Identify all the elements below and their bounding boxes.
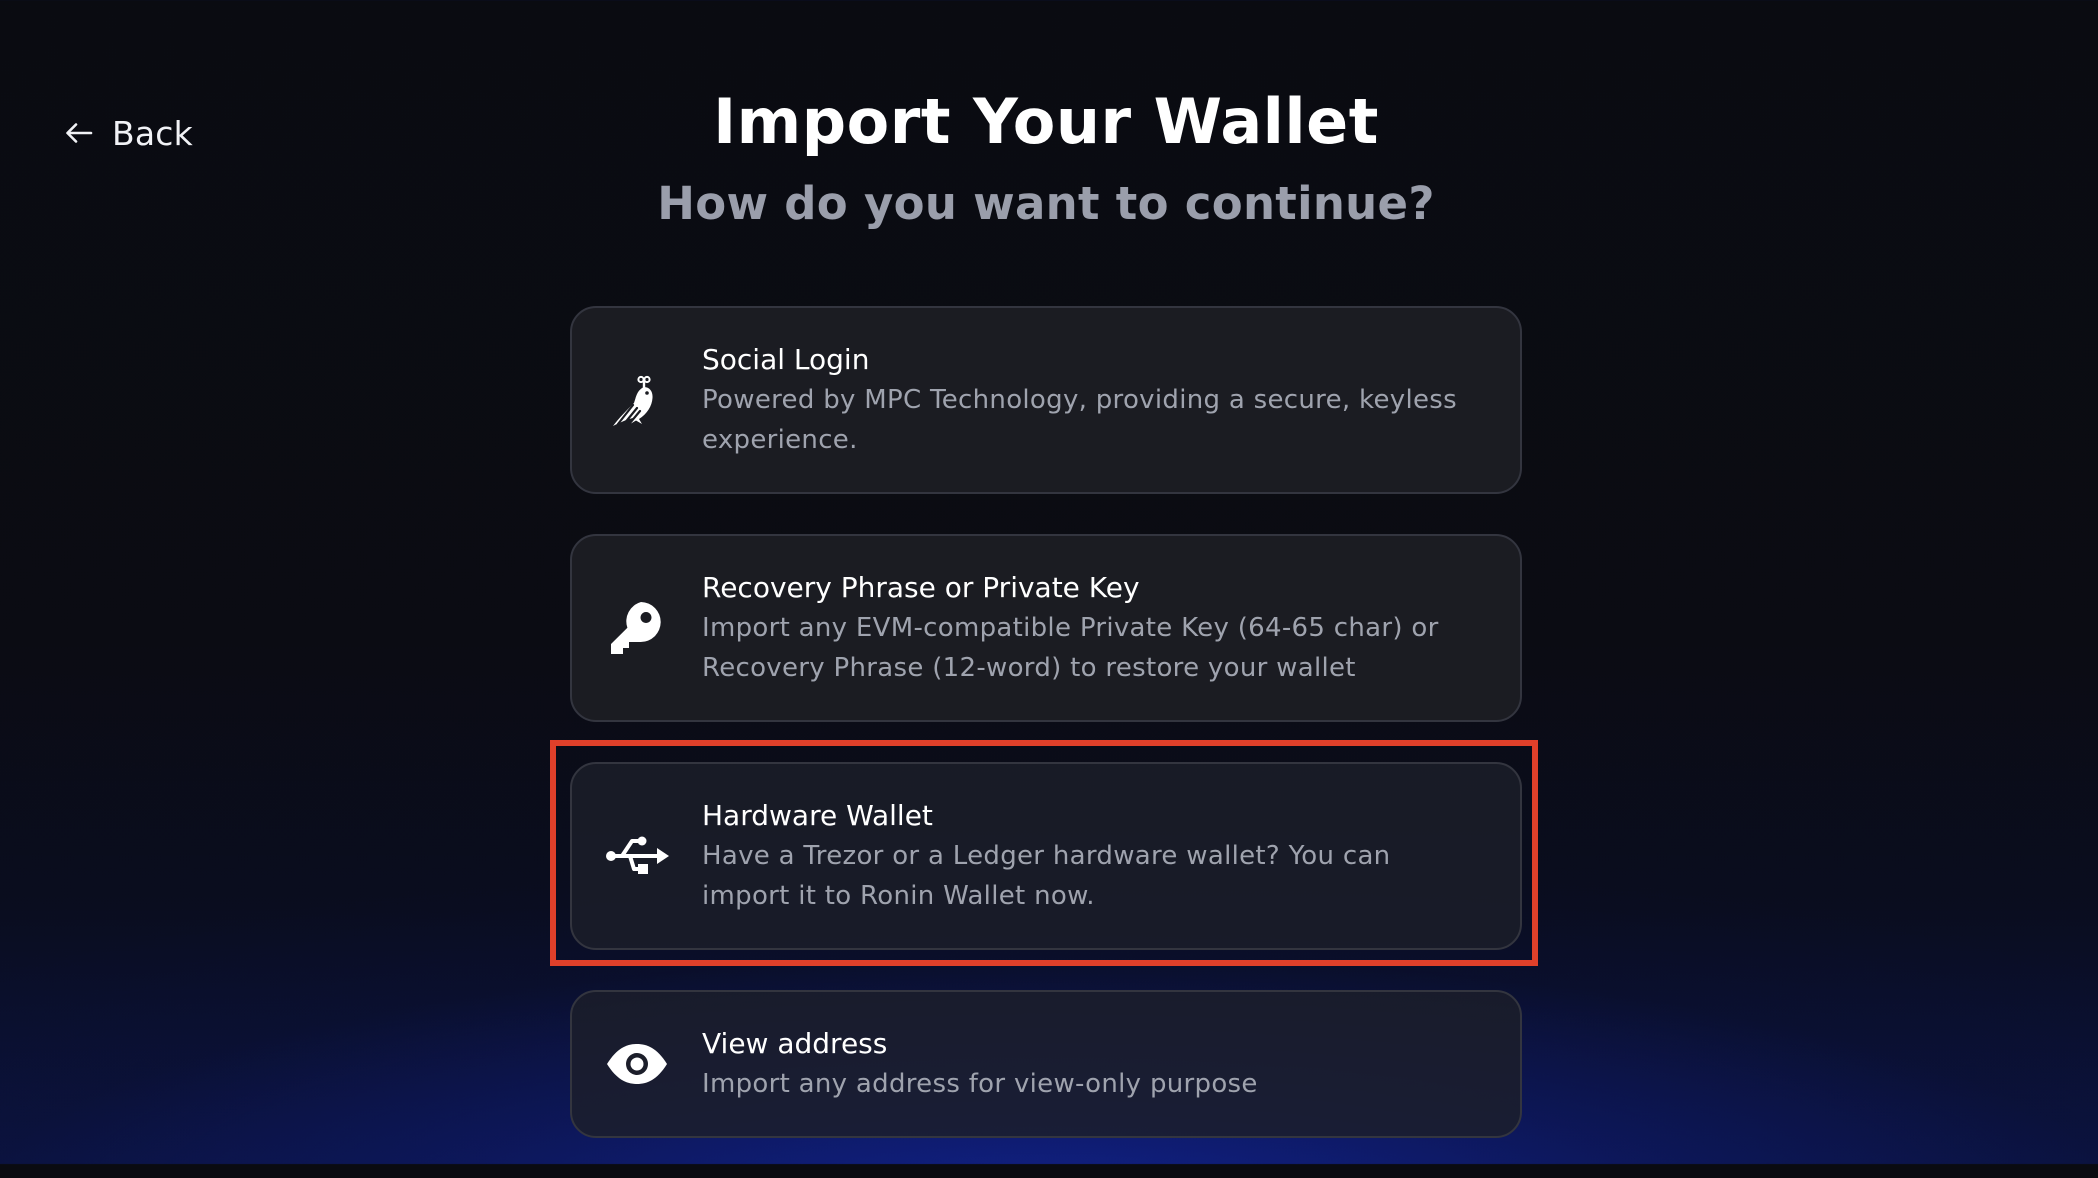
option-title: Social Login [702,343,870,376]
page-title: Import Your Wallet [713,85,1379,158]
import-option-list: Social Login Powered by MPC Technology, … [570,306,1522,1178]
option-recovery-phrase[interactable]: Recovery Phrase or Private Key Import an… [570,534,1522,722]
option-description: Import any EVM-compatible Private Key (6… [702,613,1439,683]
option-title: Recovery Phrase or Private Key [702,571,1140,604]
key-icon [572,600,702,656]
option-description: Powered by MPC Technology, providing a s… [702,385,1457,455]
option-title: Hardware Wallet [702,799,933,832]
option-view-address[interactable]: View address Import any address for view… [570,990,1522,1138]
option-description: Have a Trezor or a Ledger hardware walle… [702,841,1391,911]
option-title: View address [702,1027,888,1060]
option-social-login[interactable]: Social Login Powered by MPC Technology, … [570,306,1522,494]
option-description: Import any address for view-only purpose [702,1069,1258,1099]
usb-icon [572,831,702,881]
eye-icon [572,1042,702,1086]
option-hardware-wallet[interactable]: Hardware Wallet Have a Trezor or a Ledge… [570,762,1522,950]
bird-icon [572,372,702,428]
page-subtitle: How do you want to continue? [657,177,1435,230]
